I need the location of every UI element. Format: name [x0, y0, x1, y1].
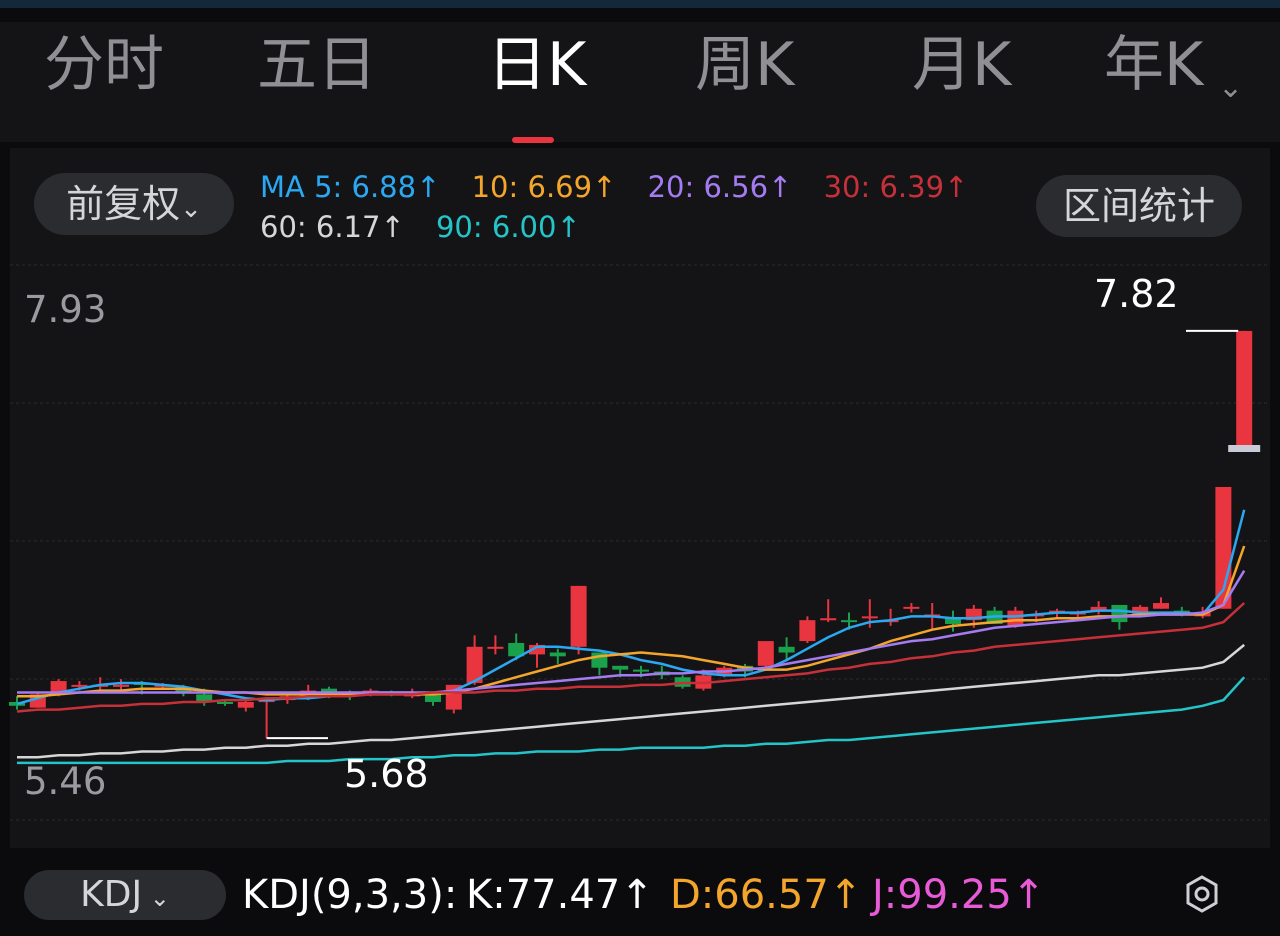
candle-body [799, 620, 816, 642]
low-price-label: 5.68 [344, 752, 429, 796]
ma-line [17, 570, 1246, 694]
candle-body [570, 585, 587, 647]
candle-body [1236, 330, 1253, 448]
candle-body [633, 669, 649, 672]
candle-body [1007, 610, 1024, 626]
candle-body [217, 701, 233, 704]
kdj-k-value: K:77.47↑ [466, 872, 654, 918]
candle-body [113, 684, 129, 687]
candle-body [612, 665, 629, 670]
kdj-name: KDJ(9,3,3): [242, 872, 458, 918]
high-price-label: 7.82 [1094, 272, 1179, 316]
last-price-marker [1228, 445, 1261, 453]
candle-body [1153, 603, 1169, 609]
kdj-d-value: D:66.57↑ [670, 872, 863, 918]
candle-body [237, 701, 254, 708]
indicator-dropdown[interactable]: KDJ ⌄ [24, 870, 226, 920]
candle-body [1111, 604, 1128, 623]
candle-body [820, 618, 837, 621]
candle-body [549, 652, 566, 657]
indicator-label: KDJ [80, 874, 143, 915]
candle-body [841, 620, 857, 623]
y-axis-max-label: 7.93 [24, 288, 107, 331]
kdj-j-value: J:99.25↑ [872, 872, 1046, 918]
kline-chart[interactable] [0, 0, 1280, 860]
y-axis-min-label: 5.46 [24, 760, 107, 803]
candle-body [903, 606, 920, 609]
candle-body [778, 646, 795, 653]
candle-body [757, 641, 774, 666]
candle-body [861, 616, 878, 619]
chevron-down-icon: ⌄ [142, 884, 170, 912]
settings-icon[interactable] [1182, 874, 1222, 914]
candle-body [487, 646, 504, 649]
